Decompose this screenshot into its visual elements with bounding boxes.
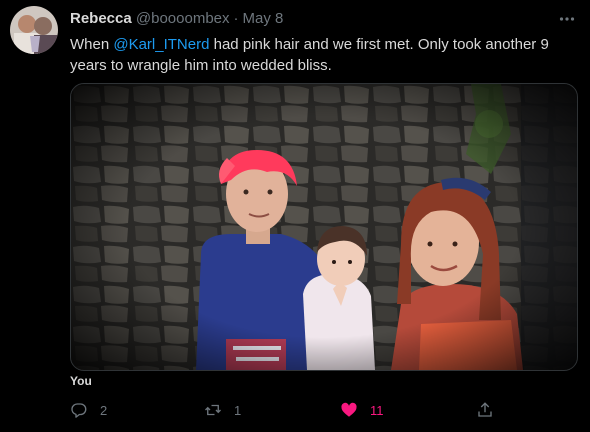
- share-button[interactable]: [476, 398, 494, 422]
- retweet-icon: [205, 404, 221, 416]
- like-button[interactable]: 11: [340, 398, 384, 422]
- retweet-count: 1: [234, 402, 242, 418]
- mention-link[interactable]: @Karl_ITNerd: [113, 36, 209, 53]
- more-button[interactable]: [558, 10, 576, 28]
- more-icon: [559, 17, 575, 21]
- tweet[interactable]: Rebecca @boooombex · May 8 When @Karl_ITNe…: [0, 0, 590, 432]
- tweet-text: When @Karl_ITNerd had pink hair and we f…: [70, 34, 570, 76]
- like-count: 11: [370, 402, 384, 418]
- tweet-text-part: When: [70, 36, 114, 53]
- action-bar: 2 1 11: [70, 398, 576, 422]
- avatar-image: [10, 6, 58, 54]
- author-name[interactable]: Rebecca: [70, 10, 132, 27]
- author-handle[interactable]: @boooombex: [136, 10, 230, 27]
- reply-button[interactable]: 2: [70, 398, 107, 422]
- tweet-date[interactable]: May 8: [243, 10, 284, 27]
- tweet-photo[interactable]: [70, 83, 578, 371]
- share-icon: [478, 402, 492, 417]
- avatar[interactable]: [10, 6, 58, 54]
- liked-by-label[interactable]: You: [70, 374, 92, 388]
- photo: [71, 84, 577, 370]
- reply-icon: [71, 403, 87, 418]
- heart-icon: [341, 402, 357, 417]
- reply-count: 2: [100, 402, 108, 418]
- separator: ·: [233, 10, 239, 27]
- tweet-header: Rebecca @boooombex · May 8: [70, 9, 283, 29]
- retweet-button[interactable]: 1: [204, 398, 241, 422]
